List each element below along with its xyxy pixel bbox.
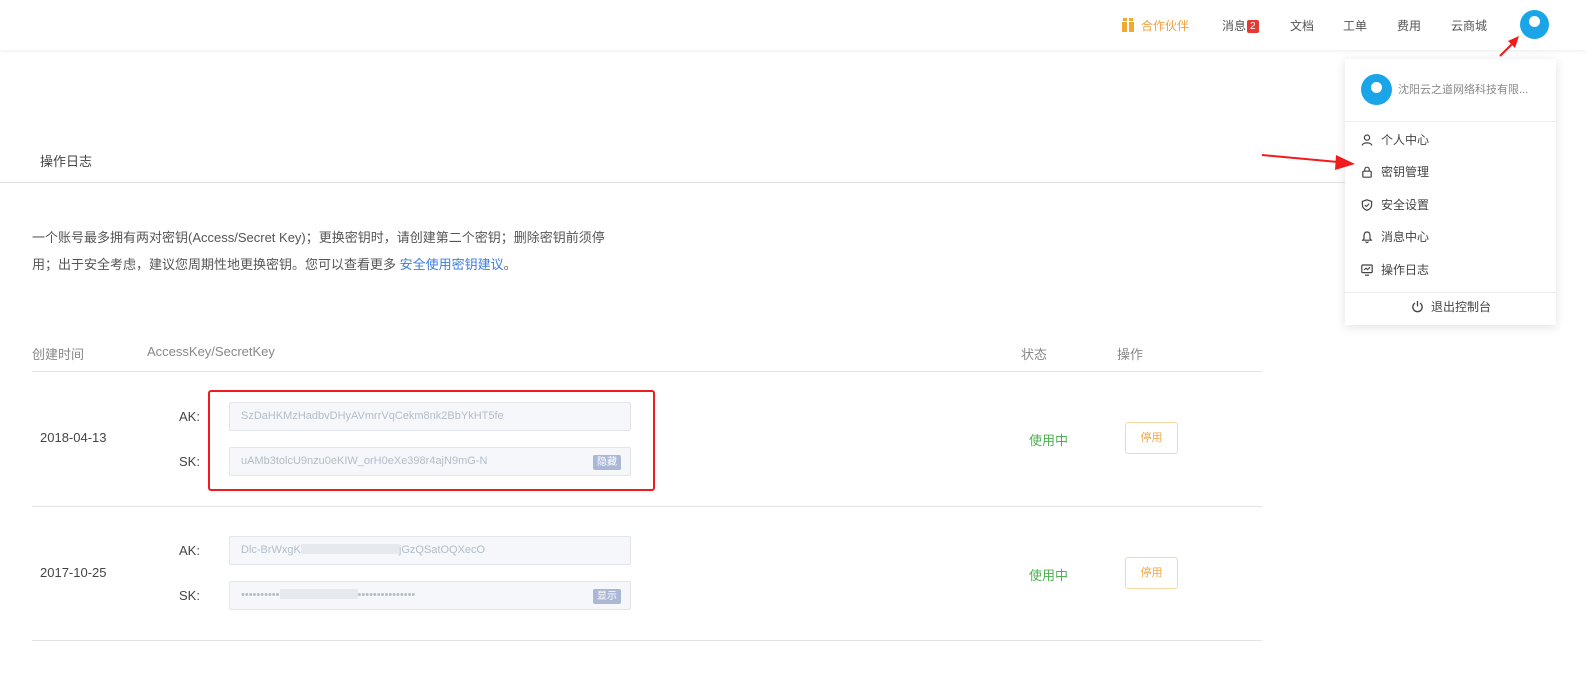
arrow-icon xyxy=(1261,154,1355,170)
arrow-icon xyxy=(1499,36,1519,57)
annotation-arrows xyxy=(1261,36,1519,170)
